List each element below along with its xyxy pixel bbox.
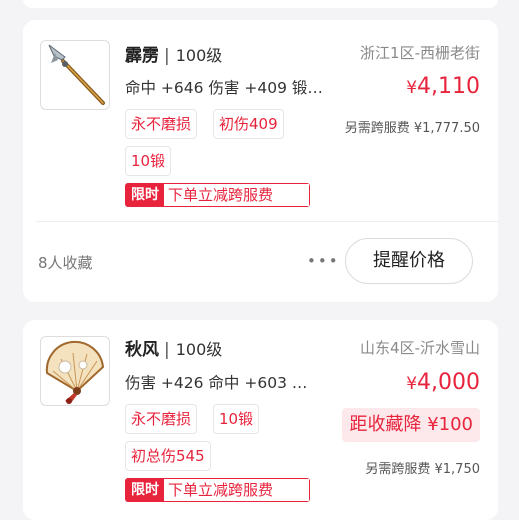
promo-text: 下单立减跨服费	[164, 184, 310, 206]
title-separator: |	[164, 340, 170, 360]
previous-listing-card	[23, 0, 498, 8]
server-name: 山东4区-沂水雪山	[360, 339, 480, 357]
promo-badge: 限时	[126, 479, 164, 501]
item-name: 秋风	[125, 340, 159, 360]
tag-total-damage: 初总伤545	[125, 441, 211, 471]
item-name: 霹雳	[125, 46, 159, 66]
promo-banner: 限时 下单立减跨服费	[125, 478, 311, 502]
item-price: ¥4,110	[406, 74, 480, 99]
tag-durability: 永不磨损	[125, 109, 198, 139]
server-name: 浙江1区-西栅老街	[360, 44, 480, 62]
item-thumbnail[interactable]	[40, 40, 110, 110]
item-price: ¥4,000	[406, 370, 480, 395]
spear-icon	[48, 44, 105, 105]
promo-text: 下单立减跨服费	[164, 479, 310, 501]
item-stats: 命中 +646 伤害 +409 锻…	[125, 79, 323, 97]
promo-banner: 限时 下单立减跨服费	[125, 183, 311, 207]
title-separator: |	[164, 46, 170, 66]
cross-server-fee: 另需跨服费 ¥1,777.50	[344, 121, 480, 136]
remind-price-button[interactable]: 提醒价格	[345, 238, 473, 284]
promo-badge: 限时	[126, 184, 164, 206]
more-options-icon[interactable]: •••	[307, 252, 340, 270]
listing-card[interactable]: 秋风 | 100级 山东4区-沂水雪山 伤害 +426 命中 +603 … ¥4,0…	[23, 320, 498, 520]
price-value: 4,110	[417, 74, 480, 99]
cross-server-fee: 另需跨服费 ¥1,750	[365, 462, 480, 477]
item-thumbnail[interactable]	[40, 336, 110, 406]
item-title: 霹雳 | 100级	[125, 41, 222, 66]
divider	[36, 221, 498, 222]
item-stats: 伤害 +426 命中 +603 …	[125, 374, 308, 392]
item-title: 秋风 | 100级	[125, 335, 222, 360]
item-level: 100级	[175, 46, 223, 65]
tag-initial-damage: 初伤409	[213, 109, 284, 139]
tag-forge: 10锻	[213, 404, 260, 434]
favorite-count: 8人收藏	[38, 254, 93, 272]
item-level: 100级	[175, 340, 223, 359]
listing-card[interactable]: 霹雳 | 100级 浙江1区-西栅老街 命中 +646 伤害 +409 锻… ¥4,…	[23, 20, 498, 302]
currency-symbol: ¥	[406, 374, 418, 394]
tag-forge: 10锻	[125, 146, 172, 176]
price-drop-badge: 距收藏降 ¥100	[342, 408, 480, 442]
tag-durability: 永不磨损	[125, 404, 198, 434]
fan-icon	[45, 340, 105, 404]
price-value: 4,000	[417, 370, 480, 395]
currency-symbol: ¥	[406, 78, 418, 98]
